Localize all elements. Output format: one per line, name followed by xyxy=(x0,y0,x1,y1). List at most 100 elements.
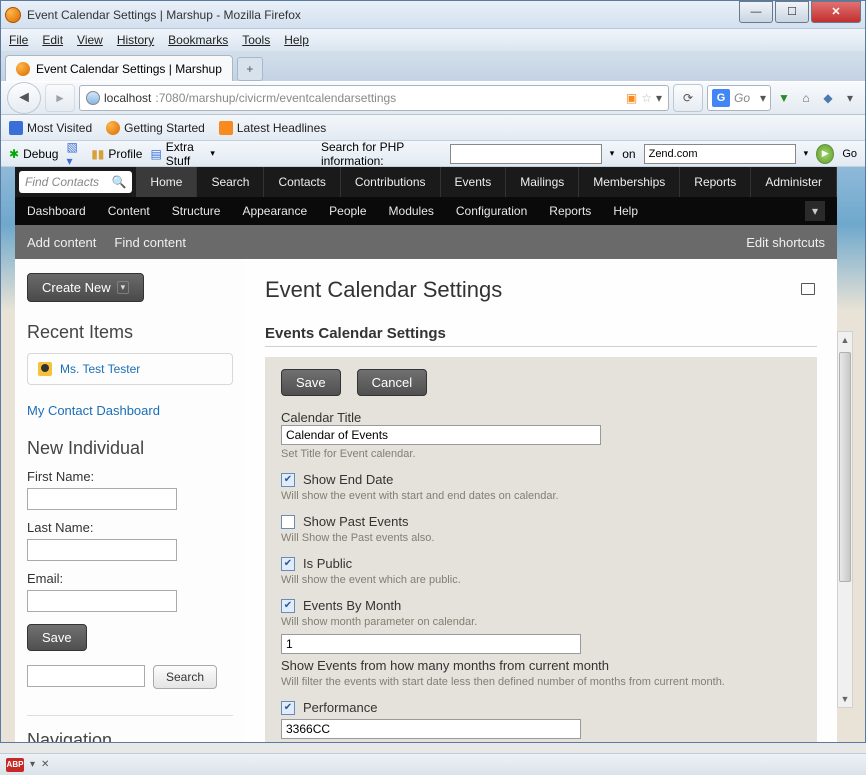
email-input[interactable] xyxy=(27,590,177,612)
forward-button[interactable]: ► xyxy=(45,84,75,112)
civi-tab-contacts[interactable]: Contacts xyxy=(264,167,340,197)
type-performance-color-input[interactable] xyxy=(281,719,581,739)
add-content-link[interactable]: Add content xyxy=(27,235,96,250)
first-name-input[interactable] xyxy=(27,488,177,510)
menu-bookmarks[interactable]: Bookmarks xyxy=(168,33,228,47)
minimize-button[interactable] xyxy=(739,1,773,23)
bookmark-star-icon[interactable]: ☆ xyxy=(641,91,652,105)
find-content-link[interactable]: Find content xyxy=(114,235,186,250)
calendar-title-label: Calendar Title xyxy=(281,410,801,425)
months-label: Show Events from how many months from cu… xyxy=(281,658,801,673)
menu-tools[interactable]: Tools xyxy=(242,33,270,47)
events-by-month-label: Events By Month xyxy=(303,598,401,613)
menu-edit[interactable]: Edit xyxy=(42,33,63,47)
sidebar-search-button[interactable]: Search xyxy=(153,665,217,689)
url-bar[interactable]: localhost:7080/marshup/civicrm/eventcale… xyxy=(79,85,669,111)
menu-help[interactable]: Help xyxy=(284,33,309,47)
create-new-button[interactable]: Create New xyxy=(27,273,144,302)
extension-icon[interactable]: ▾ xyxy=(841,89,859,107)
profile-button[interactable]: ▮▮Profile xyxy=(91,147,142,161)
drupal-tab-structure[interactable]: Structure xyxy=(172,204,221,218)
recent-item[interactable]: Ms. Test Tester xyxy=(27,353,233,385)
drupal-tab-modules[interactable]: Modules xyxy=(389,204,434,218)
php-search-input[interactable] xyxy=(450,144,602,164)
firefox-icon xyxy=(106,121,120,135)
statusbar-dropdown[interactable]: ▾ xyxy=(30,759,35,770)
cancel-button[interactable]: Cancel xyxy=(357,369,427,396)
drupal-tab-help[interactable]: Help xyxy=(613,204,638,218)
adblock-icon[interactable]: ABP xyxy=(6,758,24,772)
scroll-up-arrow[interactable]: ▲ xyxy=(838,332,852,348)
dropdown-icon[interactable]: ▾ xyxy=(656,91,662,105)
bookmark-most-visited[interactable]: Most Visited xyxy=(9,121,92,135)
drupal-tab-configuration[interactable]: Configuration xyxy=(456,204,527,218)
show-end-date-help: Will show the event with start and end d… xyxy=(281,490,801,502)
find-contacts-input[interactable]: Find Contacts 🔍 xyxy=(19,171,132,193)
browser-tab[interactable]: Event Calendar Settings | Marshup xyxy=(5,55,233,81)
toolbar-dropdown-1[interactable]: ▧ ▾ xyxy=(66,140,83,168)
bookmark-getting-started[interactable]: Getting Started xyxy=(106,121,205,135)
url-host: localhost xyxy=(104,91,151,105)
civi-tab-events[interactable]: Events xyxy=(441,167,507,197)
home-icon[interactable]: ⌂ xyxy=(797,89,815,107)
php-site-select[interactable] xyxy=(644,144,796,164)
events-by-month-checkbox[interactable] xyxy=(281,599,295,613)
civi-tab-memberships[interactable]: Memberships xyxy=(579,167,680,197)
show-end-date-checkbox[interactable] xyxy=(281,473,295,487)
civi-tab-home[interactable]: Home xyxy=(136,167,197,197)
show-past-events-checkbox[interactable] xyxy=(281,515,295,529)
drupal-tab-people[interactable]: People xyxy=(329,204,366,218)
go-button[interactable]: ▶ xyxy=(816,144,834,164)
civi-tab-mailings[interactable]: Mailings xyxy=(506,167,579,197)
drupal-tab-appearance[interactable]: Appearance xyxy=(242,204,307,218)
my-contact-dashboard-link[interactable]: My Contact Dashboard xyxy=(27,403,233,418)
browser-search[interactable]: G Go ▾ xyxy=(707,85,771,111)
sidebar: Create New Recent Items Ms. Test Tester … xyxy=(15,259,245,742)
is-public-checkbox[interactable] xyxy=(281,557,295,571)
civi-tab-reports[interactable]: Reports xyxy=(680,167,751,197)
browser-menubar: File Edit View History Bookmarks Tools H… xyxy=(1,29,865,51)
civi-tab-administer[interactable]: Administer xyxy=(751,167,837,197)
rss-icon[interactable]: ▣ xyxy=(626,91,637,105)
sidebar-search-input[interactable] xyxy=(27,665,145,687)
months-input[interactable] xyxy=(281,634,581,654)
debug-button[interactable]: ✱Debug xyxy=(9,147,58,161)
profile-icon: ▮▮ xyxy=(91,147,104,161)
close-button[interactable] xyxy=(811,1,861,23)
civi-tab-contributions[interactable]: Contributions xyxy=(341,167,441,197)
save-button[interactable]: Save xyxy=(281,369,341,396)
new-tab-button[interactable]: + xyxy=(237,57,263,81)
scroll-down-arrow[interactable]: ▼ xyxy=(838,691,852,707)
person-icon xyxy=(38,362,52,376)
vertical-scrollbar[interactable]: ▲ ▼ xyxy=(837,331,853,708)
tab-title: Event Calendar Settings | Marshup xyxy=(36,62,222,76)
extra-stuff-button[interactable]: ▤Extra Stuff▾ xyxy=(150,140,215,168)
menu-view[interactable]: View xyxy=(77,33,103,47)
tab-favicon xyxy=(16,62,30,76)
back-button[interactable]: ◄ xyxy=(7,82,41,114)
menu-history[interactable]: History xyxy=(117,33,154,47)
menu-file[interactable]: File xyxy=(9,33,28,47)
edit-shortcuts-link[interactable]: Edit shortcuts xyxy=(746,235,825,250)
drupal-tab-reports[interactable]: Reports xyxy=(549,204,591,218)
civi-tab-search[interactable]: Search xyxy=(197,167,264,197)
show-end-date-label: Show End Date xyxy=(303,472,393,487)
firefox-icon xyxy=(5,7,21,23)
drupal-tab-dashboard[interactable]: Dashboard xyxy=(27,204,86,218)
maximize-button[interactable] xyxy=(775,1,809,23)
expand-menu-button[interactable]: ▾ xyxy=(805,201,825,221)
type-performance-checkbox[interactable] xyxy=(281,701,295,715)
calendar-title-input[interactable] xyxy=(281,425,601,445)
bookmark-latest-headlines[interactable]: Latest Headlines xyxy=(219,121,326,135)
reload-button[interactable]: ⟳ xyxy=(673,84,703,112)
download-arrow-icon[interactable]: ▼ xyxy=(775,89,793,107)
last-name-input[interactable] xyxy=(27,539,177,561)
find-contacts-placeholder: Find Contacts xyxy=(25,175,99,189)
statusbar-close[interactable]: ✕ xyxy=(41,759,49,770)
is-public-label: Is Public xyxy=(303,556,352,571)
zend-icon[interactable]: ◆ xyxy=(819,89,837,107)
drupal-tab-content[interactable]: Content xyxy=(108,204,150,218)
sidebar-save-button[interactable]: Save xyxy=(27,624,87,651)
scroll-thumb[interactable] xyxy=(839,352,851,582)
print-icon[interactable] xyxy=(801,283,815,295)
